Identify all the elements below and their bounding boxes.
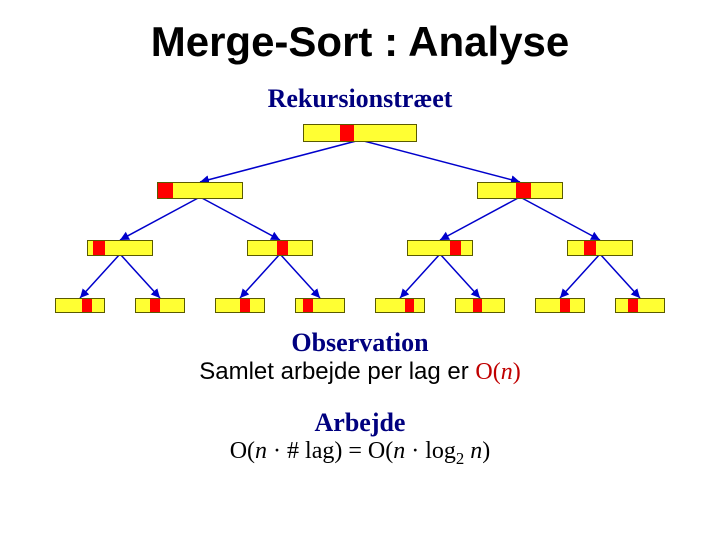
tree-node	[215, 298, 265, 313]
tree-node	[477, 182, 563, 199]
segment-red	[340, 125, 355, 141]
segment-yellow	[160, 299, 184, 312]
segment-yellow	[296, 299, 303, 312]
segment-red	[303, 299, 313, 312]
segment-red	[628, 299, 638, 312]
segment-yellow	[304, 125, 340, 141]
segment-red	[158, 183, 173, 198]
tree-heading: Rekursionstræet	[0, 84, 720, 114]
segment-red	[82, 299, 92, 312]
segment-yellow	[570, 299, 584, 312]
segment-red	[560, 299, 570, 312]
segment-yellow	[105, 241, 152, 255]
tree-edge	[600, 254, 640, 298]
tree-node	[55, 298, 105, 313]
work-block: Arbejde O(n · # lag) = O(n · log2 n)	[0, 408, 720, 469]
segment-yellow	[313, 299, 344, 312]
tree-node	[247, 240, 313, 256]
tree-edge	[520, 197, 600, 240]
tree-edge	[560, 254, 600, 298]
f-open: O(	[230, 438, 255, 464]
segment-yellow	[482, 299, 504, 312]
f-mid1: · # lag) = O(	[267, 438, 393, 464]
segment-yellow	[616, 299, 628, 312]
segment-yellow	[216, 299, 240, 312]
segment-yellow	[136, 299, 150, 312]
tree-node	[455, 298, 505, 313]
big-o-var: n	[501, 359, 513, 385]
segment-yellow	[250, 299, 264, 312]
tree-edge	[120, 197, 200, 240]
tree-edge	[120, 254, 160, 298]
work-heading: Arbejde	[0, 408, 720, 438]
segment-yellow	[596, 241, 632, 255]
segment-yellow	[92, 299, 104, 312]
tree-node	[407, 240, 473, 256]
tree-node	[295, 298, 345, 313]
tree-edge	[200, 140, 360, 182]
segment-red	[516, 183, 531, 198]
segment-red	[277, 241, 289, 255]
f-close: )	[482, 438, 490, 464]
big-o-open: O(	[475, 359, 500, 385]
tree-node	[157, 182, 243, 199]
segment-yellow	[56, 299, 82, 312]
tree-edges	[0, 114, 720, 334]
f-var3: n	[470, 438, 482, 464]
tree-node	[87, 240, 153, 256]
segment-yellow	[414, 299, 424, 312]
segment-red	[93, 241, 105, 255]
tree-edge	[240, 254, 280, 298]
observation-prefix: Samlet arbejde per lag er	[199, 358, 475, 385]
tree-node	[567, 240, 633, 256]
f-var2: n	[393, 438, 405, 464]
segment-yellow	[408, 241, 450, 255]
tree-edge	[440, 254, 480, 298]
tree-edge	[360, 140, 520, 182]
segment-yellow	[248, 241, 277, 255]
segment-yellow	[288, 241, 312, 255]
tree-edge	[200, 197, 280, 240]
segment-red	[405, 299, 415, 312]
segment-yellow	[638, 299, 664, 312]
work-formula: O(n · # lag) = O(n · log2 n)	[0, 438, 720, 469]
tree-edge	[440, 197, 520, 240]
segment-yellow	[531, 183, 562, 198]
segment-yellow	[456, 299, 473, 312]
tree-node	[535, 298, 585, 313]
segment-yellow	[173, 183, 242, 198]
segment-yellow	[461, 241, 472, 255]
segment-yellow	[376, 299, 405, 312]
segment-red	[150, 299, 160, 312]
segment-red	[240, 299, 250, 312]
tree-node	[303, 124, 417, 142]
observation-text: Samlet arbejde per lag er O(n)	[0, 358, 720, 386]
f-mid2: · log	[405, 438, 456, 464]
tree-edge	[80, 254, 120, 298]
big-o-close: )	[513, 359, 521, 385]
tree-edge	[280, 254, 320, 298]
f-var1: n	[255, 438, 267, 464]
segment-red	[450, 241, 462, 255]
segment-yellow	[536, 299, 560, 312]
segment-red	[473, 299, 483, 312]
observation-block: Observation Samlet arbejde per lag er O(…	[0, 328, 720, 386]
segment-yellow	[354, 125, 416, 141]
tree-node	[135, 298, 185, 313]
segment-red	[584, 241, 596, 255]
recursion-tree	[0, 114, 720, 334]
tree-node	[375, 298, 425, 313]
segment-yellow	[478, 183, 516, 198]
segment-yellow	[568, 241, 584, 255]
tree-edge	[400, 254, 440, 298]
page-title: Merge-Sort : Analyse	[0, 0, 720, 66]
tree-node	[615, 298, 665, 313]
